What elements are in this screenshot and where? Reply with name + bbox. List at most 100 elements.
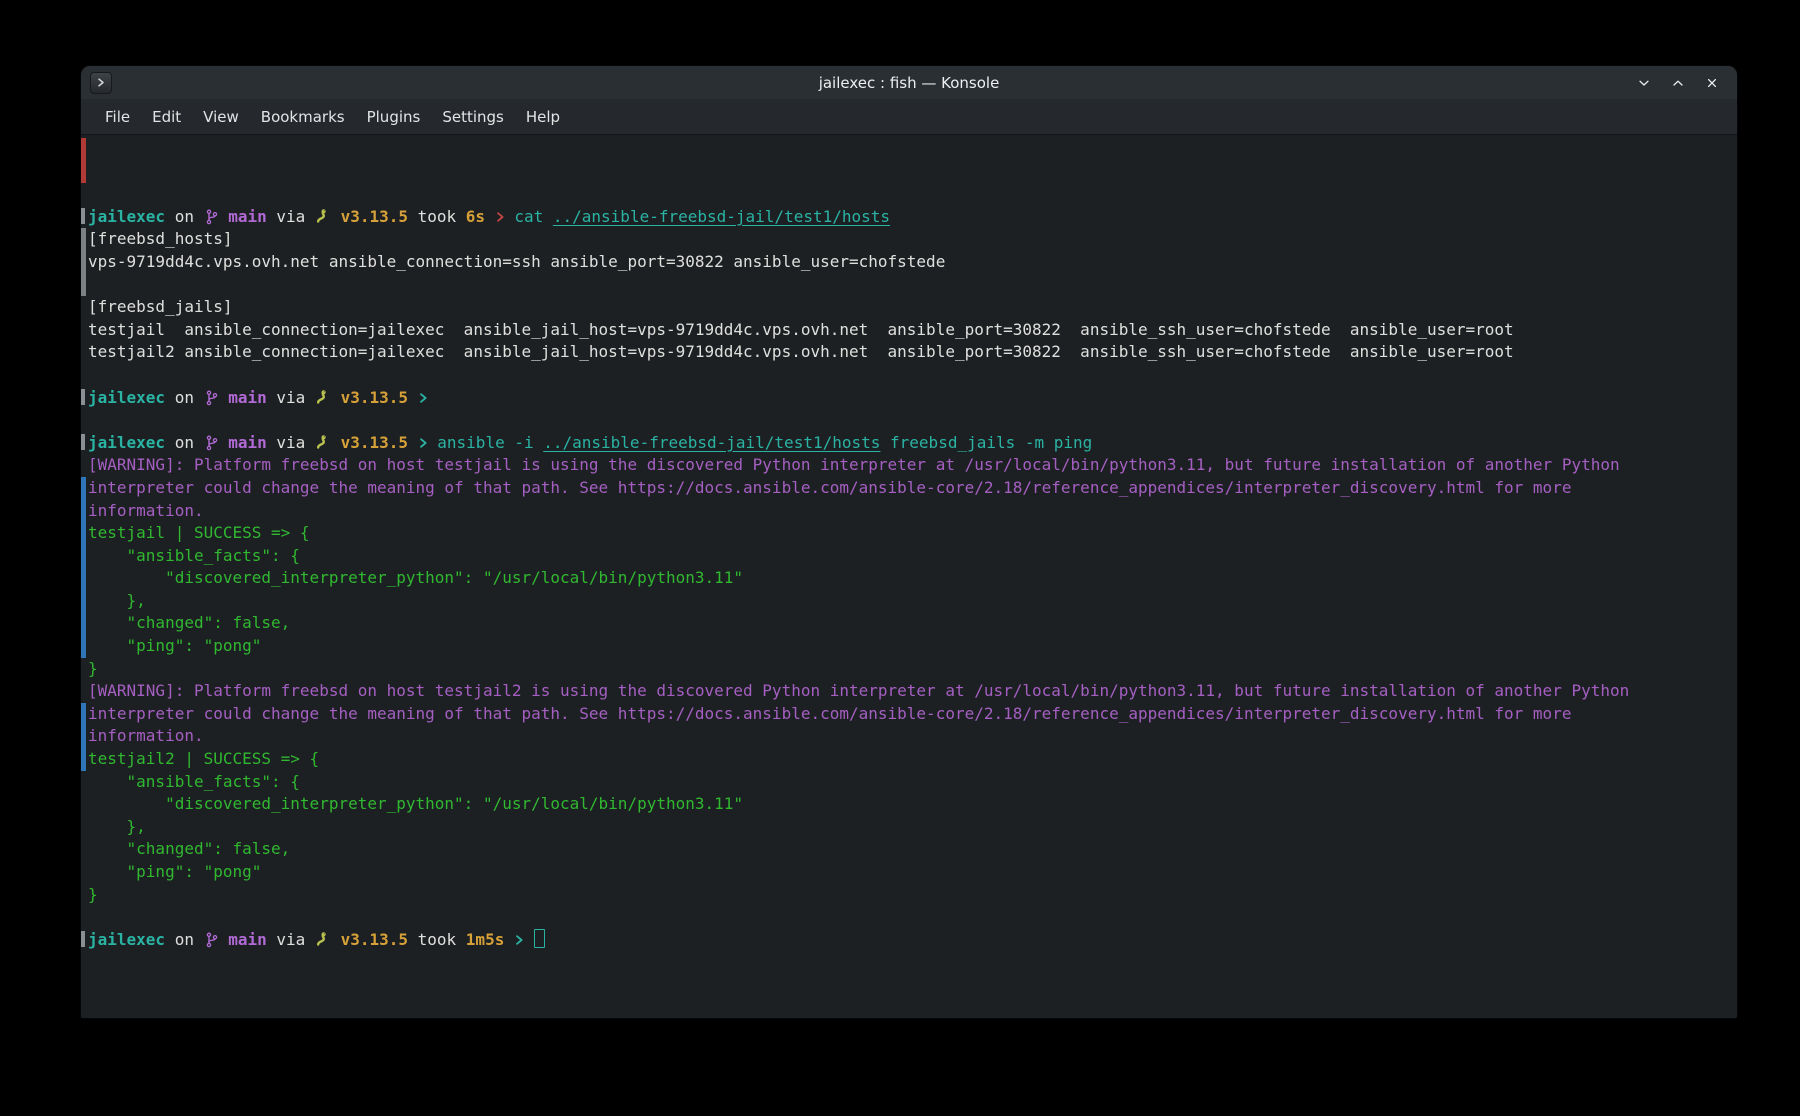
terminal-line: testjail ansible_connection=jailexec ans… [81, 319, 1737, 342]
titlebar[interactable]: jailexec : fish — Konsole [81, 66, 1737, 99]
menu-item-bookmarks[interactable]: Bookmarks [250, 103, 356, 131]
icon-wrap [204, 433, 219, 452]
terminal-line: testjail2 ansible_connection=jailexec an… [81, 341, 1737, 364]
terminal-text-segment: } [88, 659, 98, 678]
command-output-marker [81, 725, 86, 748]
terminal-text-segment: v3.13.5 [331, 930, 408, 949]
terminal-viewport[interactable]: jailexec on main via v3.13.5 took 6s cat… [81, 135, 1737, 1018]
terminal-line: } [81, 884, 1737, 907]
terminal-line: [WARNING]: Platform freebsd on host test… [81, 454, 1737, 477]
terminal-text-segment: v3.13.5 [331, 388, 408, 407]
terminal-line [81, 274, 1737, 297]
git-branch-icon [204, 209, 219, 225]
terminal-line: interpreter could change the meaning of … [81, 703, 1737, 726]
icon-wrap [495, 207, 505, 226]
terminal-line [81, 364, 1737, 387]
terminal-text-segment: v3.13.5 [331, 207, 408, 226]
terminal-text-segment: main [219, 433, 267, 452]
git-branch-icon [204, 932, 219, 948]
terminal-line: [freebsd_hosts] [81, 228, 1737, 251]
terminal-text-segment [408, 433, 418, 452]
close-button[interactable] [1701, 72, 1723, 94]
command-output-marker [81, 228, 86, 251]
prompt-chevron-icon [418, 435, 428, 451]
terminal-text-segment: via [267, 433, 315, 452]
command-input-marker [81, 389, 85, 406]
terminal-text-segment: information. [88, 501, 204, 520]
terminal-line: } [81, 658, 1737, 681]
icon-wrap [514, 930, 524, 949]
menu-bar: FileEditViewBookmarksPluginsSettingsHelp [81, 99, 1737, 135]
terminal-line [81, 409, 1737, 432]
terminal-line: testjail | SUCCESS => { [81, 522, 1737, 545]
icon-wrap [204, 930, 219, 949]
terminal-line [81, 138, 1737, 161]
prompt-chevron-icon [514, 932, 524, 948]
command-output-marker [81, 612, 86, 635]
terminal-text-segment: main [219, 930, 267, 949]
terminal-text-segment: main [219, 207, 267, 226]
command-output-marker [81, 545, 86, 568]
terminal-text-segment: jailexec [88, 930, 165, 949]
terminal-text-segment: on [165, 433, 204, 452]
terminal-line [81, 906, 1737, 929]
terminal-line: [freebsd_jails] [81, 296, 1737, 319]
menu-item-view[interactable]: View [192, 103, 250, 131]
command-input-marker [81, 931, 85, 948]
git-branch-icon [204, 435, 219, 451]
file-path-link[interactable]: ../ansible-freebsd-jail/test1/hosts [553, 207, 890, 226]
terminal-line [81, 161, 1737, 184]
menu-item-plugins[interactable]: Plugins [356, 103, 432, 131]
terminal-text-segment: [WARNING]: Platform freebsd on host test… [88, 455, 1620, 474]
terminal-text-segment: 6s [466, 207, 485, 226]
terminal-line [81, 183, 1737, 206]
minimize-button[interactable] [1633, 72, 1655, 94]
terminal-text-segment: on [165, 207, 204, 226]
terminal-text-segment [524, 930, 534, 949]
terminal-line: "discovered_interpreter_python": "/usr/l… [81, 567, 1737, 590]
command-output-marker [81, 567, 86, 590]
terminal-text-segment: via [267, 930, 315, 949]
menu-item-settings[interactable]: Settings [431, 103, 515, 131]
menu-item-edit[interactable]: Edit [141, 103, 192, 131]
menu-item-help[interactable]: Help [515, 103, 571, 131]
terminal-line: }, [81, 816, 1737, 839]
terminal-text-segment [485, 207, 495, 226]
close-icon [1706, 77, 1718, 89]
terminal-line: jailexec on main via v3.13.5 [81, 387, 1737, 410]
terminal-text-segment: jailexec [88, 388, 165, 407]
menu-item-file[interactable]: File [94, 103, 141, 131]
terminal-text-segment: via [267, 388, 315, 407]
terminal-line: interpreter could change the meaning of … [81, 477, 1737, 500]
terminal-text-segment: v3.13.5 [331, 433, 408, 452]
python-icon [315, 389, 331, 406]
command-output-marker [81, 748, 86, 771]
terminal-text-segment: "ping": "pong" [88, 862, 261, 881]
terminal-line: "ansible_facts": { [81, 545, 1737, 568]
terminal-text-segment: "discovered_interpreter_python": "/usr/l… [88, 568, 743, 587]
terminal-line: testjail2 | SUCCESS => { [81, 748, 1737, 771]
terminal-line: "ansible_facts": { [81, 771, 1737, 794]
terminal-text-segment [504, 930, 514, 949]
icon-wrap [418, 388, 428, 407]
git-branch-icon [204, 390, 219, 406]
terminal-text-segment: interpreter could change the meaning of … [88, 704, 1571, 723]
terminal-text-segment: [freebsd_hosts] [88, 229, 233, 248]
terminal-text-segment [408, 388, 418, 407]
icon-wrap [204, 207, 219, 226]
command-output-marker [81, 590, 86, 613]
command-input-marker [81, 434, 85, 451]
terminal-line: "changed": false, [81, 838, 1737, 861]
terminal-line: "ping": "pong" [81, 635, 1737, 658]
prompt-chevron-icon [495, 209, 505, 225]
python-icon [315, 434, 331, 451]
chevron-up-icon [1672, 77, 1684, 89]
command-output-marker [81, 274, 86, 297]
terminal-text-segment: on [165, 930, 204, 949]
terminal-text-segment: interpreter could change the meaning of … [88, 478, 1571, 497]
file-path-link[interactable]: ../ansible-freebsd-jail/test1/hosts [543, 433, 880, 452]
terminal-text-segment: "changed": false, [88, 613, 290, 632]
maximize-button[interactable] [1667, 72, 1689, 94]
terminal-line: information. [81, 725, 1737, 748]
icon-wrap [315, 207, 331, 226]
